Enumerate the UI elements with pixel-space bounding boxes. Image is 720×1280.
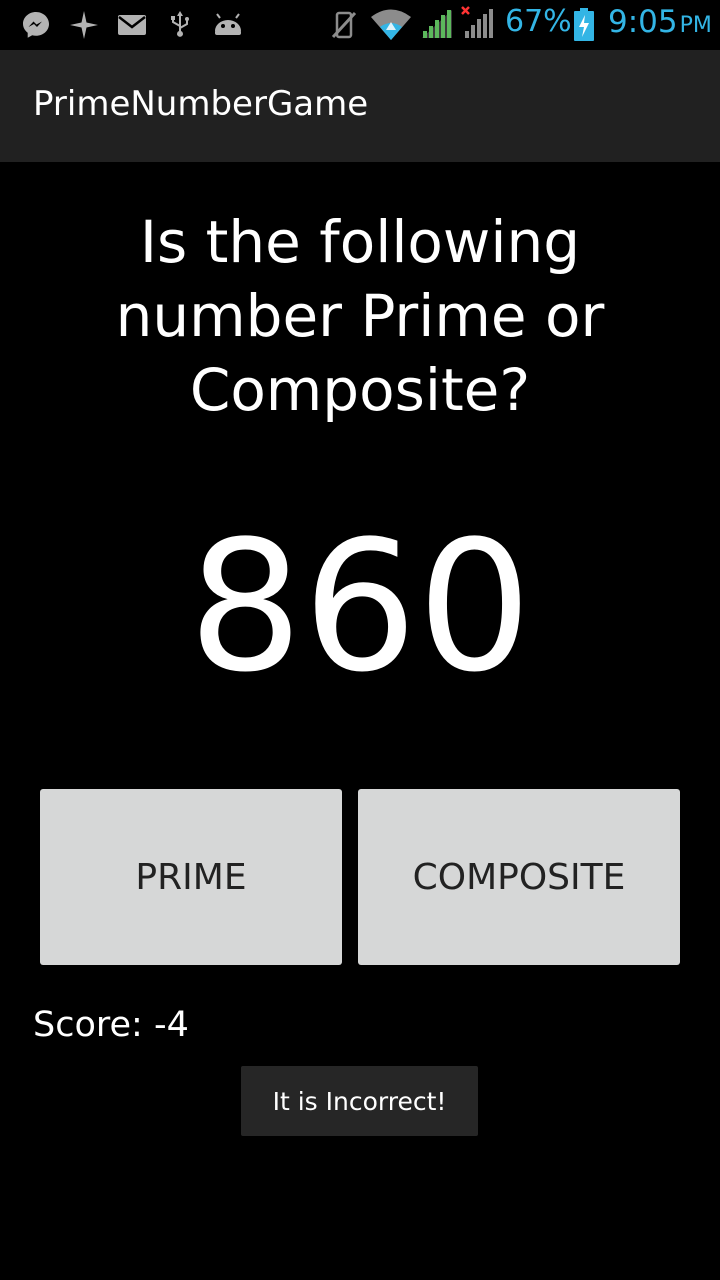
score-text: Score: -4: [33, 1005, 189, 1045]
action-bar: PrimeNumberGame: [0, 50, 720, 162]
number-display: 860: [188, 503, 532, 712]
clock: 9:05PM: [608, 4, 712, 40]
toast-message: It is Incorrect!: [241, 1066, 478, 1136]
battery-percent: 67%: [505, 4, 572, 39]
signal-no-data-icon: [461, 6, 493, 38]
status-bar: 67% 9:05PM: [0, 0, 720, 50]
app-title: PrimeNumberGame: [33, 84, 369, 124]
android-debug-icon: [215, 13, 241, 35]
clock-ampm: PM: [679, 13, 712, 38]
usb-icon: [171, 11, 189, 37]
prime-button[interactable]: PRIME: [40, 789, 342, 965]
wifi-icon: [371, 9, 411, 40]
mute-icon: [331, 11, 357, 39]
screen: 67% 9:05PM PrimeNumberGame Is the follow…: [0, 0, 720, 1280]
mail-icon: [118, 15, 146, 35]
battery-charging-icon: [574, 8, 594, 41]
composite-button[interactable]: COMPOSITE: [358, 789, 680, 965]
clock-time: 9:05: [608, 4, 678, 40]
sparkle-icon: [70, 11, 98, 39]
messenger-icon: [23, 12, 49, 38]
signal-icon: [422, 10, 452, 38]
question-text: Is the following number Prime or Composi…: [115, 208, 605, 424]
